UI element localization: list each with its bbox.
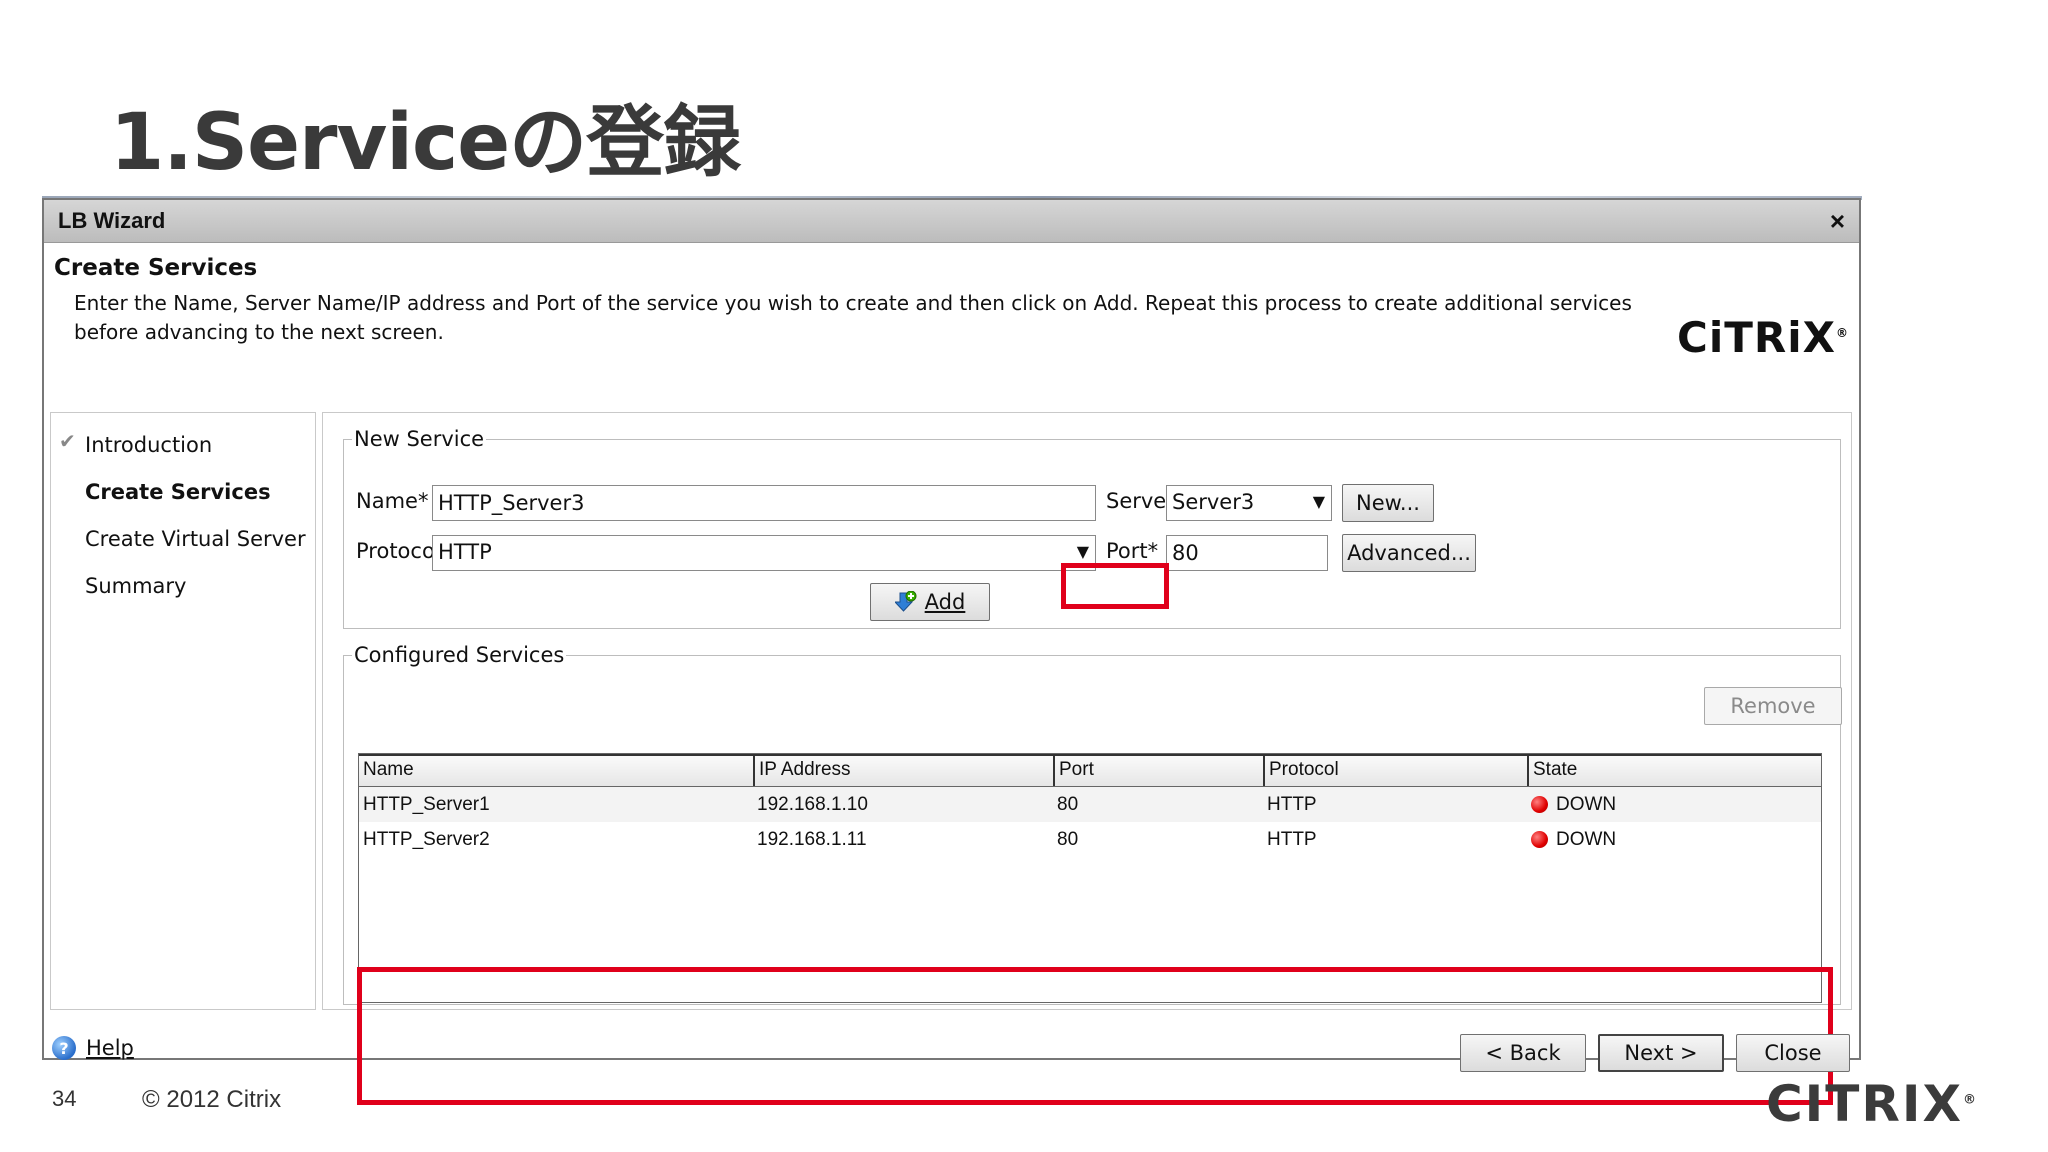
sidebar-item-label: Introduction (85, 432, 213, 457)
window-title: LB Wizard (58, 208, 166, 233)
sidebar-item-summary[interactable]: Summary (51, 562, 315, 609)
add-button[interactable]: Add (870, 583, 990, 621)
column-header-state[interactable]: State (1527, 756, 1821, 786)
sidebar-item-label: Summary (85, 573, 187, 598)
status-down-icon (1531, 831, 1548, 848)
configured-services-legend: Configured Services (354, 643, 565, 667)
help-label: Help (86, 1036, 134, 1060)
status-down-icon (1531, 796, 1548, 813)
state-label: DOWN (1556, 828, 1617, 850)
footer-logo-text: CITRIX (1765, 1075, 1963, 1133)
step-description: Enter the Name, Server Name/IP address a… (74, 291, 1632, 344)
wizard-header: Create Services Enter the Name, Server N… (44, 243, 1859, 399)
configured-services-group: Configured Services Remove Name IP Addre… (343, 643, 1842, 1005)
table-header: Name IP Address Port Protocol State (359, 754, 1821, 787)
protocol-select[interactable]: HTTP ▼ (432, 535, 1096, 571)
footer-logo-mark: ® (1963, 1092, 1978, 1108)
table-body: HTTP_Server1 192.168.1.10 80 HTTP DOWN H… (359, 787, 1821, 857)
help-icon: ? (52, 1036, 76, 1060)
new-service-legend: New Service (354, 427, 485, 451)
lb-wizard-window: LB Wizard × Create Services Enter the Na… (42, 198, 1861, 1105)
add-button-label: Add (924, 590, 966, 614)
cell-name: HTTP_Server1 (363, 793, 490, 815)
chevron-down-icon[interactable]: ▼ (1313, 492, 1325, 511)
column-header-port[interactable]: Port (1053, 756, 1263, 786)
next-button[interactable]: Next > (1598, 1034, 1724, 1072)
cell-ip: 192.168.1.10 (757, 793, 868, 815)
cell-state: DOWN (1527, 794, 1821, 816)
sidebar-item-label: Create Virtual Server (85, 526, 306, 551)
close-icon[interactable]: × (1830, 208, 1845, 234)
table-row[interactable]: HTTP_Server2 192.168.1.11 80 HTTP DOWN (359, 822, 1821, 857)
checkmark-icon: ✔ (59, 429, 76, 453)
port-input[interactable] (1166, 535, 1328, 571)
remove-button[interactable]: Remove (1704, 687, 1842, 725)
new-server-button[interactable]: New... (1342, 484, 1434, 522)
name-input[interactable] (432, 485, 1096, 521)
back-button[interactable]: < Back (1460, 1034, 1586, 1072)
citrix-logo: CiTRiX® (1677, 313, 1849, 362)
services-table: Name IP Address Port Protocol State HTTP… (358, 753, 1822, 1003)
chevron-down-icon[interactable]: ▼ (1077, 542, 1089, 561)
advanced-button[interactable]: Advanced... (1342, 534, 1476, 572)
server-select[interactable]: Server3 ▼ (1166, 485, 1332, 521)
help-link[interactable]: ? Help (52, 1036, 134, 1060)
column-header-ip[interactable]: IP Address (753, 756, 1053, 786)
footer-citrix-logo: CITRIX® (1766, 1075, 1978, 1133)
citrix-logo-mark: ® (1836, 326, 1849, 340)
cell-state: DOWN (1527, 829, 1821, 851)
sidebar-item-create-services[interactable]: Create Services (51, 468, 315, 515)
wizard-steps-sidebar: ✔ Introduction Create Services Create Vi… (50, 412, 316, 1010)
close-button[interactable]: Close (1736, 1034, 1850, 1072)
slide-title: 1.Serviceの登録 (110, 98, 741, 188)
cell-protocol: HTTP (1267, 793, 1317, 815)
column-header-protocol[interactable]: Protocol (1263, 756, 1527, 786)
page-number: 34 (52, 1086, 77, 1111)
table-row[interactable]: HTTP_Server1 192.168.1.10 80 HTTP DOWN (359, 787, 1821, 822)
sidebar-item-create-virtual-server[interactable]: Create Virtual Server (51, 515, 315, 562)
protocol-select-value: HTTP (438, 540, 492, 564)
wizard-main-panel: New Service Name* Server* Server3 ▼ New.… (322, 412, 1852, 1105)
cell-port: 80 (1057, 828, 1079, 850)
name-label: Name* (356, 489, 429, 513)
column-header-name[interactable]: Name (359, 756, 753, 786)
sidebar-item-introduction[interactable]: ✔ Introduction (51, 421, 315, 468)
step-heading: Create Services (54, 255, 258, 281)
copyright-text: © 2012 Citrix (142, 1086, 282, 1113)
cell-protocol: HTTP (1267, 828, 1317, 850)
server-select-value: Server3 (1172, 490, 1255, 514)
port-label: Port* (1106, 539, 1159, 563)
cell-ip: 192.168.1.11 (757, 828, 867, 850)
citrix-logo-text: CiTRiX (1677, 313, 1836, 362)
add-arrow-icon (893, 590, 917, 613)
window-titlebar[interactable]: LB Wizard × (44, 200, 1859, 243)
sidebar-item-label: Create Services (85, 479, 271, 504)
cell-port: 80 (1057, 793, 1079, 815)
new-service-group: New Service Name* Server* Server3 ▼ New.… (343, 427, 1841, 629)
cell-name: HTTP_Server2 (363, 828, 490, 850)
state-label: DOWN (1556, 793, 1617, 815)
